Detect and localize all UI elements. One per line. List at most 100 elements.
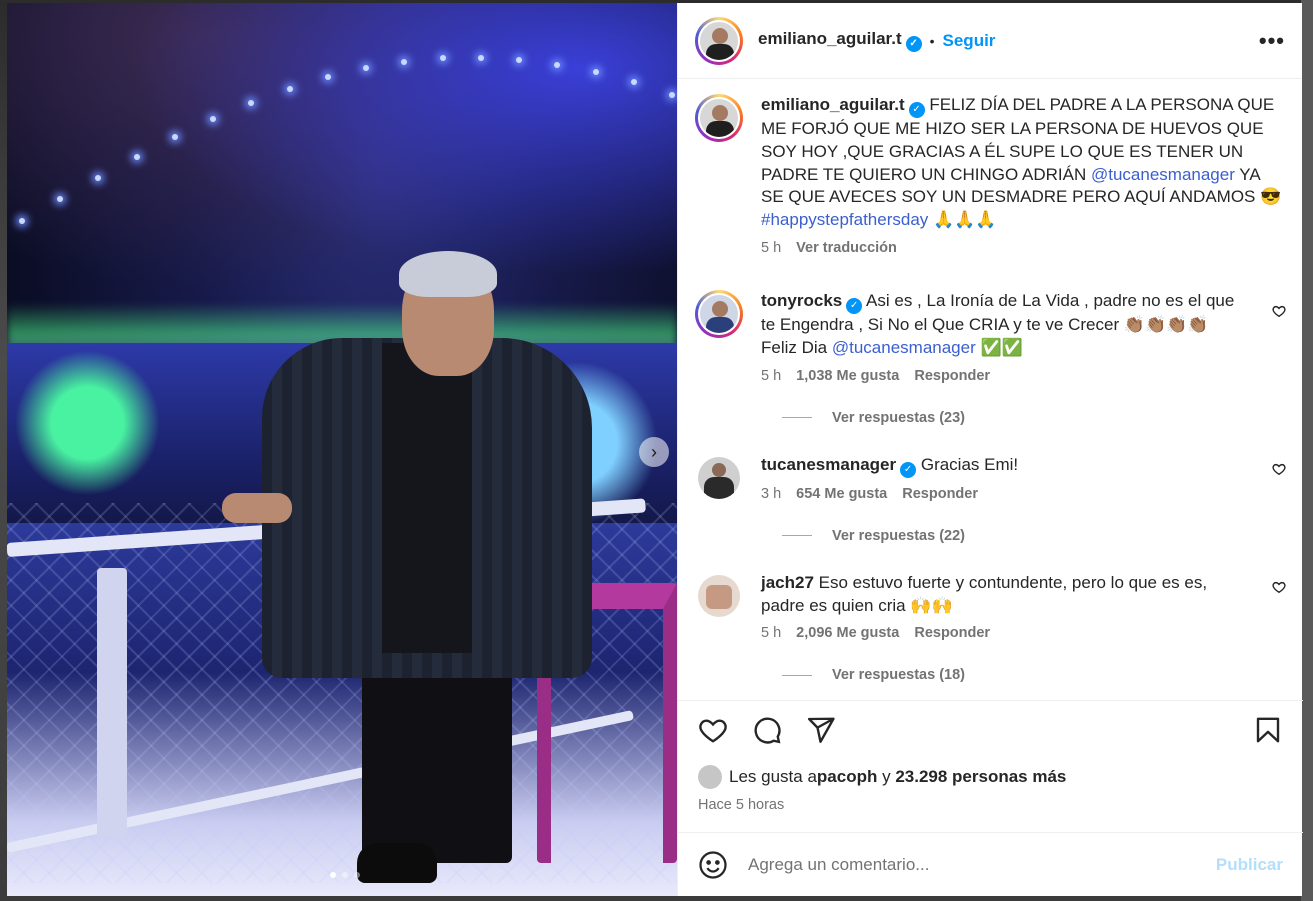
string-light xyxy=(516,56,523,63)
string-light xyxy=(286,86,293,92)
comment-meta: 5 h 1,038 Me gusta Responder xyxy=(761,368,1246,384)
caption: emiliano_aguilar.t ✓ FELIZ DÍA DEL PADRE … xyxy=(695,94,1286,256)
verified-badge-icon: ✓ xyxy=(905,35,922,52)
comment-body: jach27 Eso estuvo fuerte y contundente, … xyxy=(761,572,1221,641)
comment-like-heart-icon[interactable] xyxy=(1272,462,1286,476)
post-actions: Les gusta a pacoph y 23.298 personas más… xyxy=(678,700,1303,832)
photo-string-lights xyxy=(7,3,677,263)
view-replies-label: Ver respuestas (23) xyxy=(832,409,965,426)
avatar-shirt xyxy=(704,476,734,499)
action-icons xyxy=(698,715,1283,745)
comment-avatar[interactable] xyxy=(698,574,740,617)
view-replies-button[interactable]: Ver respuestas (23) xyxy=(782,410,1286,426)
caption-author-avatar[interactable] xyxy=(695,94,743,142)
comment-text: tucanesmanager ✓ Gracias Emi! xyxy=(761,454,1261,478)
avatar-face xyxy=(712,27,728,44)
comment-likes[interactable]: 2,096 Me gusta xyxy=(796,625,899,641)
caption-username[interactable]: emiliano_aguilar.t xyxy=(761,95,905,114)
string-light xyxy=(592,69,599,76)
comment-avatar[interactable] xyxy=(695,289,743,338)
publish-button[interactable]: Publicar xyxy=(1216,855,1283,875)
comment-time: 5 h xyxy=(761,367,782,384)
add-comment-bar: Publicar xyxy=(678,832,1303,896)
likes-middle: y xyxy=(877,767,896,786)
comment-text: tonyrocks ✓ Asi es , La Ironía de La Vida… xyxy=(761,290,1246,360)
view-replies-label: Ver respuestas (18) xyxy=(832,667,965,684)
caption-hashtag[interactable]: #happystepfathersday xyxy=(761,210,928,229)
more-options-button[interactable]: ••• xyxy=(1259,28,1285,54)
photo-fence-post xyxy=(97,568,127,838)
post-time[interactable]: Hace 5 horas xyxy=(698,797,1283,813)
string-light xyxy=(324,74,331,81)
caption-body: emiliano_aguilar.t ✓ FELIZ DÍA DEL PADRE … xyxy=(761,94,1286,256)
liker-username[interactable]: pacoph xyxy=(817,767,877,787)
author-username[interactable]: emiliano_aguilar.t ✓ xyxy=(758,29,922,52)
replies-line xyxy=(782,674,812,676)
post-header: emiliano_aguilar.t ✓ • Seguir ••• xyxy=(678,3,1302,79)
comment-likes[interactable]: 654 Me gusta xyxy=(796,486,887,502)
string-light xyxy=(401,58,408,65)
comment-time: 3 h xyxy=(761,485,782,502)
view-replies-button[interactable]: Ver respuestas (22) xyxy=(782,528,1286,544)
replies-line xyxy=(782,417,812,419)
photo-person-hair xyxy=(399,251,497,297)
avatar-face xyxy=(712,300,728,317)
share-icon[interactable] xyxy=(806,715,836,745)
reply-button[interactable]: Responder xyxy=(914,368,990,384)
likes-count[interactable]: 23.298 personas más xyxy=(895,767,1066,787)
reply-button[interactable]: Responder xyxy=(902,486,978,502)
comment-likes[interactable]: 1,038 Me gusta xyxy=(796,368,899,384)
comment-icon[interactable] xyxy=(752,715,782,745)
comment-text-part: ✅✅ xyxy=(975,337,1023,357)
carousel-dots xyxy=(330,872,360,878)
header-separator: • xyxy=(929,32,935,49)
comment-mention[interactable]: @tucanesmanager xyxy=(832,338,976,357)
likes-summary: Les gusta a pacoph y 23.298 personas más xyxy=(698,765,1283,789)
verified-badge-icon: ✓ xyxy=(908,102,925,119)
carousel-dot xyxy=(342,872,348,878)
comment: jach27 Eso estuvo fuerte y contundente, … xyxy=(695,572,1286,641)
caption-meta: 5 h Ver traducción xyxy=(761,240,1286,256)
comment-meta: 3 h 654 Me gusta Responder xyxy=(761,486,1261,502)
string-light xyxy=(171,134,178,141)
comments-list[interactable]: emiliano_aguilar.t ✓ FELIZ DÍA DEL PADRE … xyxy=(678,80,1303,698)
reply-button[interactable]: Responder xyxy=(914,625,990,641)
caption-text-part: 🙏🙏🙏 xyxy=(928,210,997,230)
follow-button[interactable]: Seguir xyxy=(943,31,996,51)
avatar-photo xyxy=(698,19,740,62)
emoji-icon[interactable] xyxy=(698,850,728,880)
bookmark-icon[interactable] xyxy=(1253,715,1283,745)
photo-person-hand xyxy=(222,493,292,523)
avatar-face xyxy=(712,105,728,121)
string-light xyxy=(95,174,102,181)
verified-badge-icon: ✓ xyxy=(900,461,917,478)
comment-username[interactable]: tucanesmanager xyxy=(761,455,896,474)
post-details-panel: emiliano_aguilar.t ✓ • Seguir ••• emilian… xyxy=(677,3,1303,896)
comment-text-part: Gracias Emi! xyxy=(916,454,1019,474)
avatar-photo xyxy=(706,584,732,609)
caption-mention[interactable]: @tucanesmanager xyxy=(1091,165,1235,184)
carousel-dot xyxy=(330,872,336,878)
view-replies-button[interactable]: Ver respuestas (18) xyxy=(782,667,1286,683)
comment-avatar[interactable] xyxy=(698,456,740,499)
string-light xyxy=(19,218,25,224)
author-avatar[interactable] xyxy=(695,16,743,65)
comment-like-heart-icon[interactable] xyxy=(1272,580,1286,594)
avatar-shirt xyxy=(706,43,734,60)
comment-time: 5 h xyxy=(761,625,782,642)
comment-username[interactable]: jach27 xyxy=(761,573,814,592)
comment-like-heart-icon[interactable] xyxy=(1272,304,1286,318)
avatar-face xyxy=(712,462,726,477)
string-light xyxy=(57,196,64,203)
translate-button[interactable]: Ver traducción xyxy=(796,240,897,256)
comment-input[interactable] xyxy=(748,854,1216,875)
avatar-shirt xyxy=(706,316,734,333)
carousel-next-button[interactable]: › xyxy=(639,437,669,467)
string-light xyxy=(439,55,446,62)
verified-badge-icon: ✓ xyxy=(846,298,863,315)
heart-icon[interactable] xyxy=(698,715,728,745)
liker-avatar[interactable] xyxy=(698,765,722,789)
post-image: › xyxy=(7,3,677,896)
comment-username[interactable]: tonyrocks xyxy=(761,291,842,310)
avatar-photo xyxy=(698,292,740,335)
